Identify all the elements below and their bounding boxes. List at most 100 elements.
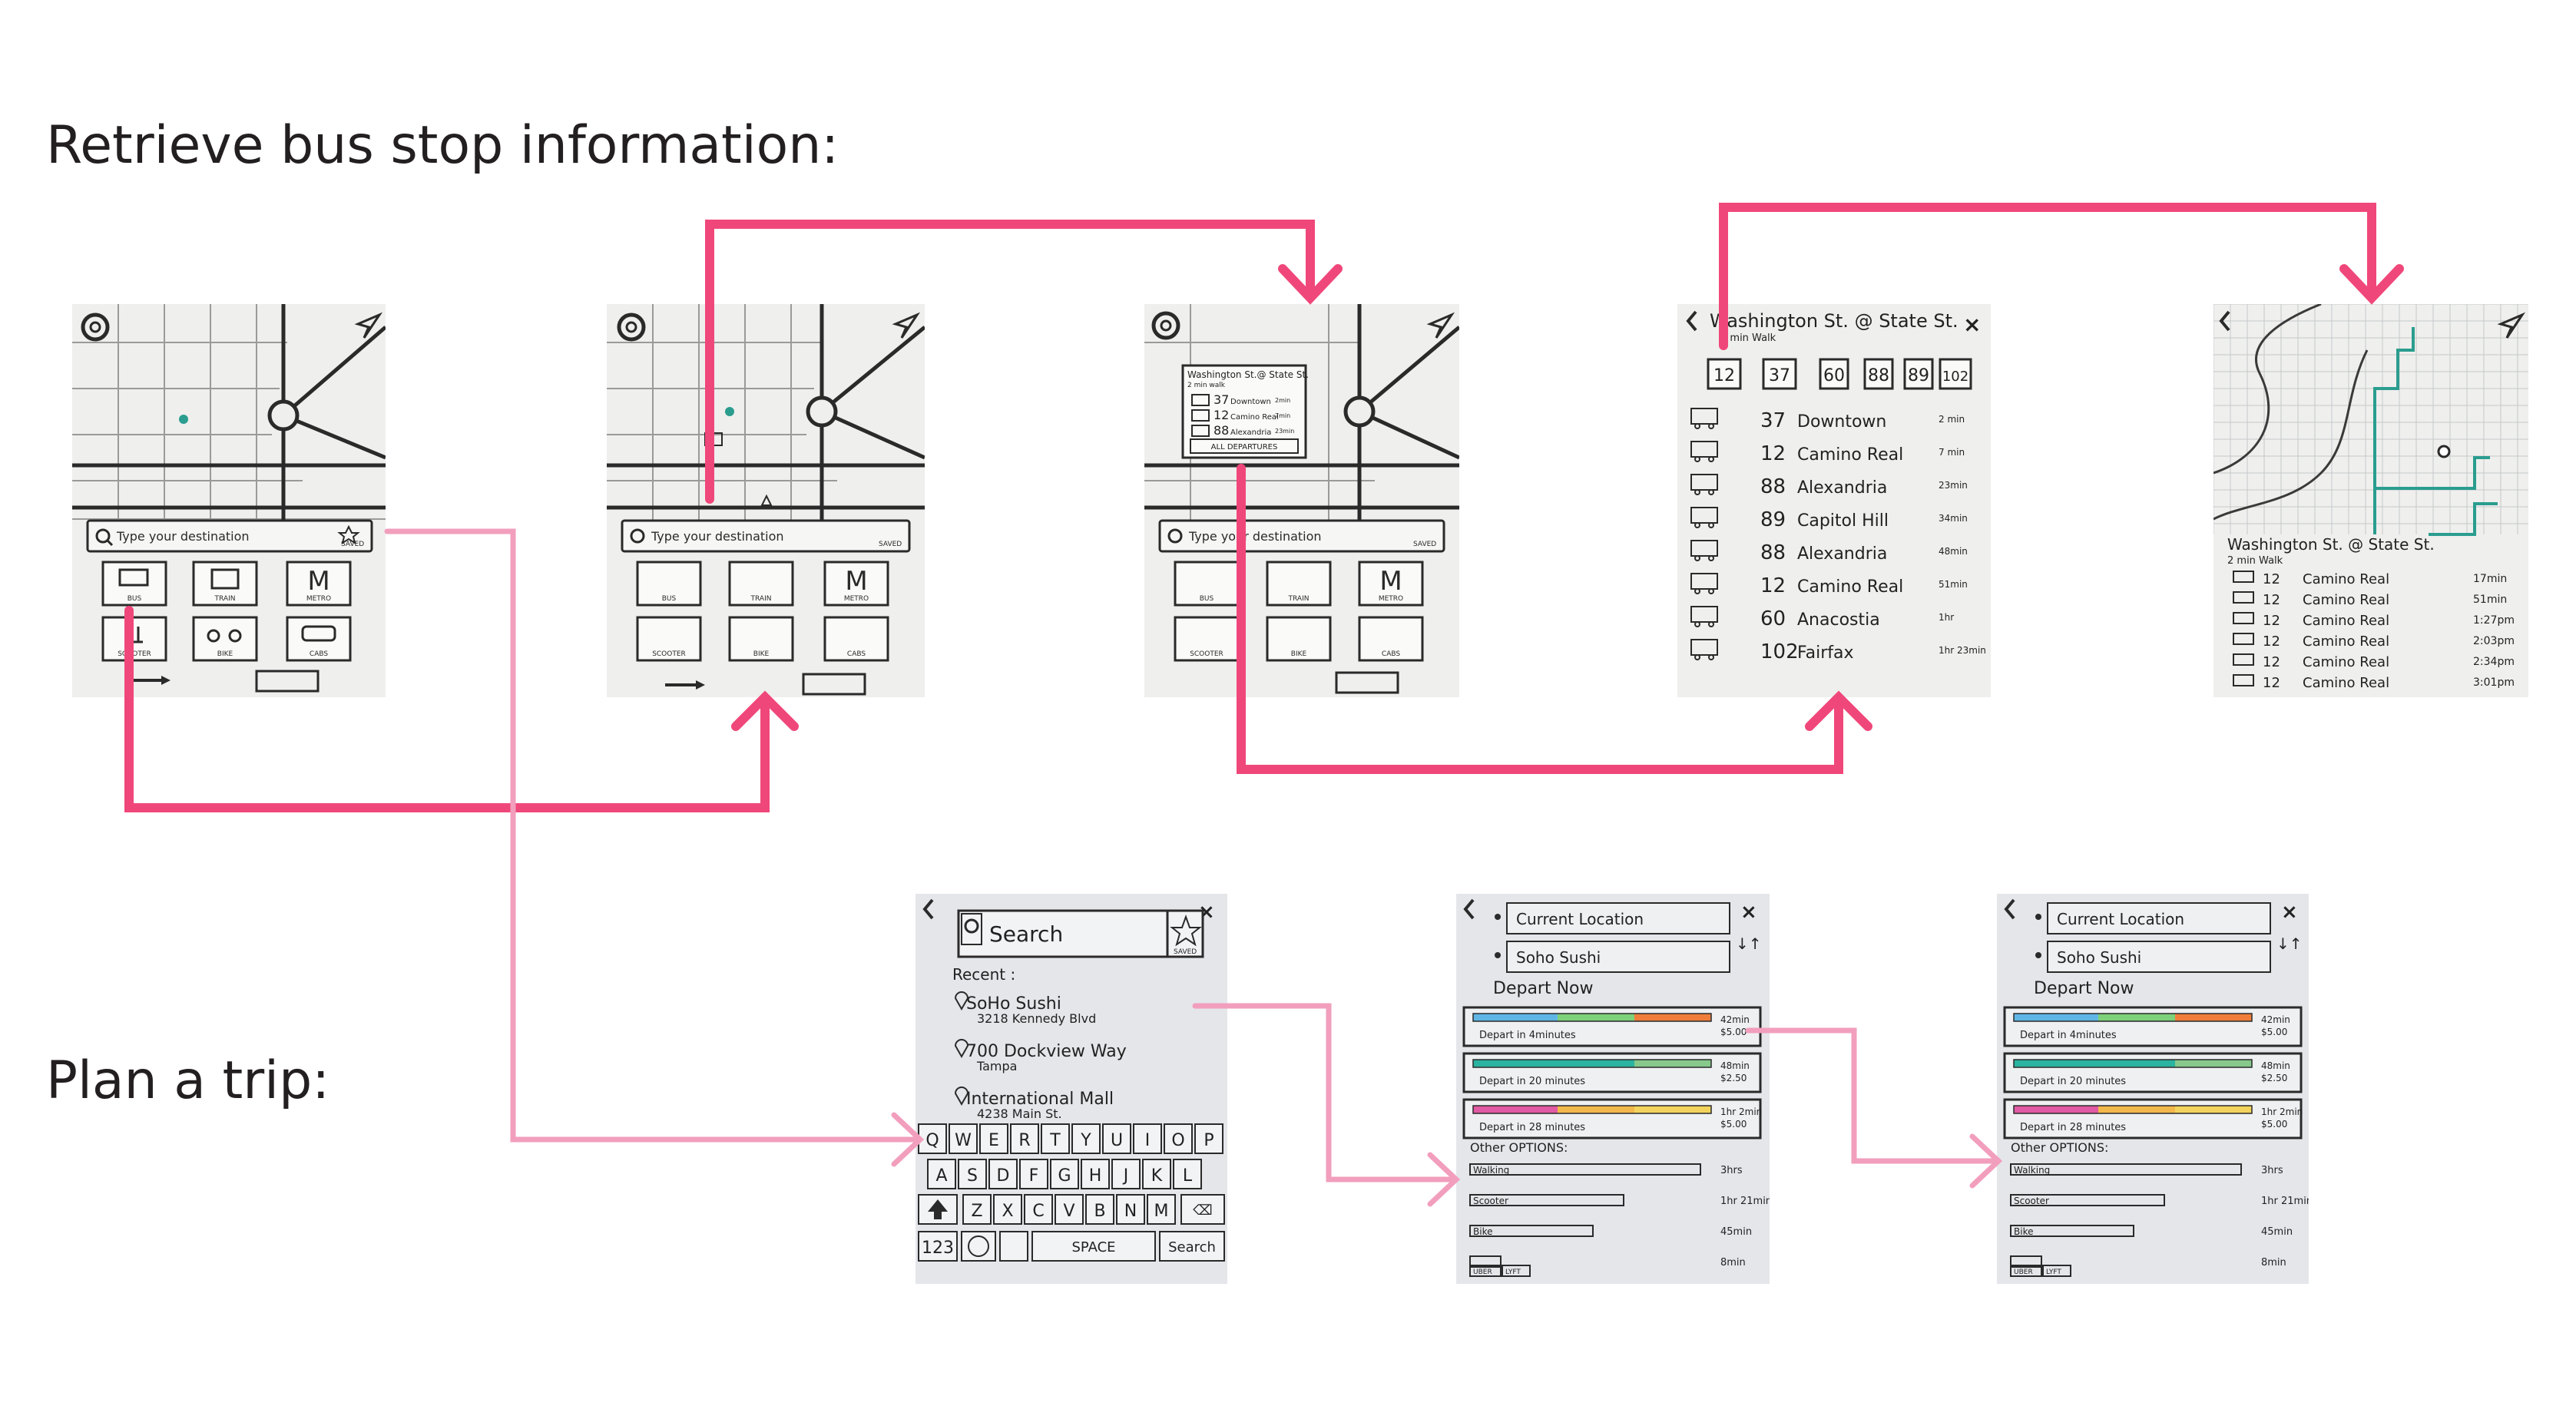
svg-text:7 min: 7 min [1939,447,1965,458]
svg-text:Current Location: Current Location [1516,910,1644,928]
svg-text:12: 12 [2263,633,2280,650]
svg-text:51min: 51min [1939,579,1968,590]
svg-text:Walking: Walking [1473,1165,1509,1176]
svg-text:3:01pm: 3:01pm [2473,676,2515,689]
svg-text:8min: 8min [2261,1257,2286,1268]
svg-text:TRAIN: TRAIN [750,595,772,603]
svg-text:12: 12 [1760,574,1786,597]
svg-text:37: 37 [1769,366,1790,385]
flow-arrow-trip-to-selected [1745,1027,2000,1164]
svg-text:2 min: 2 min [1939,414,1965,425]
svg-text:Washington St. @ State St.: Washington St. @ State St. [1710,310,1958,332]
svg-text:Camino Real: Camino Real [1797,445,1903,465]
svg-text:SCOOTER: SCOOTER [652,650,686,658]
svg-text:S: S [967,1166,978,1186]
svg-text:23min: 23min [1275,428,1294,435]
svg-text:4238 Main St.: 4238 Main St. [977,1106,1062,1121]
svg-text:×: × [1963,312,1981,337]
svg-text:Y: Y [1080,1131,1091,1150]
svg-text:⌫: ⌫ [1193,1202,1212,1219]
svg-text:Tampa: Tampa [976,1059,1017,1073]
svg-text:2:03pm: 2:03pm [2473,635,2515,647]
heading-retrieve-bus-stop: Retrieve bus stop information: [46,115,839,176]
svg-text:L: L [1183,1166,1193,1186]
svg-text:Depart Now: Depart Now [1493,979,1594,998]
svg-text:60: 60 [1823,366,1845,385]
svg-text:Camino Real: Camino Real [2303,613,2389,629]
svg-text:BUS: BUS [662,595,677,603]
svg-text:SCOOTER: SCOOTER [1190,650,1223,658]
svg-text:O: O [1171,1131,1184,1150]
svg-text:48min: 48min [1720,1060,1750,1071]
svg-text:12: 12 [2263,654,2280,670]
svg-text:ALL DEPARTURES: ALL DEPARTURES [1211,443,1278,452]
svg-text:23min: 23min [1939,480,1968,491]
svg-text:Scooter: Scooter [1473,1196,1508,1206]
svg-text:M: M [845,566,867,597]
svg-text:Camino Real: Camino Real [2303,571,2389,587]
svg-text:1hr 21min: 1hr 21min [2261,1196,2309,1207]
svg-text:Camino Real: Camino Real [2303,654,2389,670]
svg-text:Depart in 4minutes: Depart in 4minutes [2020,1030,2117,1041]
svg-text:I: I [1145,1131,1151,1150]
svg-text:Washington St. @ State St.: Washington St. @ State St. [2227,535,2435,554]
svg-text:B: B [1094,1202,1105,1221]
svg-text:UBER: UBER [1473,1268,1492,1276]
svg-text:Anacostia: Anacostia [1797,610,1880,630]
svg-text:BIKE: BIKE [217,650,233,658]
svg-text:Type your destination: Type your destination [1188,529,1322,544]
sketch-route-detail: Washington St. @ State St. 2 min Walk 12… [2213,304,2528,697]
svg-text:12: 12 [1214,408,1229,422]
svg-text:M: M [1379,566,1402,597]
svg-text:89: 89 [1760,508,1786,531]
svg-text:1hr: 1hr [1939,612,1954,623]
svg-text:3hrs: 3hrs [2261,1165,2283,1176]
stop-popup[interactable]: Washington St.@ State St. 2 min walk 37 … [1181,364,1309,459]
svg-text:J: J [1122,1166,1129,1186]
svg-text:SCOOTER: SCOOTER [118,650,151,658]
svg-text:Soho Sushi: Soho Sushi [2057,948,2141,967]
svg-text:Search: Search [1168,1239,1216,1255]
svg-text:$2.50: $2.50 [1720,1073,1747,1083]
sketch-trip-options-selected: × Current Location Soho Sushi ↓↑ Depart Now D… [1997,894,2309,1284]
svg-text:42min: 42min [2261,1014,2290,1025]
svg-text:Washington St.@ State St.: Washington St.@ State St. [1187,369,1309,380]
svg-text:Camino Real: Camino Real [1797,577,1903,597]
svg-text:M: M [307,566,329,597]
svg-text:Depart Now: Depart Now [2034,979,2134,998]
svg-text:P: P [1204,1131,1214,1150]
svg-text:↓↑: ↓↑ [1736,934,1762,953]
svg-text:48min: 48min [1939,546,1968,557]
svg-text:Downtown: Downtown [1230,398,1271,406]
svg-text:Depart in 4minutes: Depart in 4minutes [1479,1030,1576,1041]
svg-text:CABS: CABS [847,650,866,658]
svg-text:F: F [1029,1166,1039,1186]
svg-text:Other OPTIONS:: Other OPTIONS: [2011,1140,2108,1155]
svg-text:Q: Q [925,1131,939,1150]
svg-text:2 min walk: 2 min walk [1187,382,1226,389]
svg-text:SAVED: SAVED [879,541,902,548]
svg-text:W: W [955,1131,972,1150]
svg-text:X: X [1002,1202,1013,1221]
svg-text:A: A [935,1166,947,1186]
svg-text:12: 12 [2263,675,2280,691]
svg-text:Depart in 28 minutes: Depart in 28 minutes [1479,1122,1585,1133]
settings-gear-icon[interactable] [81,313,110,342]
svg-text:V: V [1063,1202,1074,1221]
svg-text:E: E [988,1131,999,1150]
svg-text:Current Location: Current Location [2057,910,2184,928]
svg-text:BUS: BUS [1200,595,1214,603]
sketch-map-home: Type your destination SAVED BUS TRAIN ME… [72,304,386,697]
svg-text:Bike: Bike [2014,1226,2033,1237]
svg-text:34min: 34min [1939,513,1968,524]
svg-text:1hr 23min: 1hr 23min [1939,645,1986,656]
heading-plan-a-trip: Plan a trip: [46,1050,330,1111]
svg-text:×: × [2281,901,2298,924]
svg-text:2 min Walk: 2 min Walk [2227,555,2283,567]
svg-text:Soho Sushi: Soho Sushi [1516,948,1601,967]
svg-text:↓↑: ↓↑ [2276,934,2303,953]
sketch-map-popup: Washington St.@ State St. 2 min walk 37 … [1144,304,1459,697]
svg-text:BUS: BUS [127,595,142,603]
svg-text:88: 88 [1868,366,1889,385]
svg-text:Capitol Hill: Capitol Hill [1797,511,1889,531]
